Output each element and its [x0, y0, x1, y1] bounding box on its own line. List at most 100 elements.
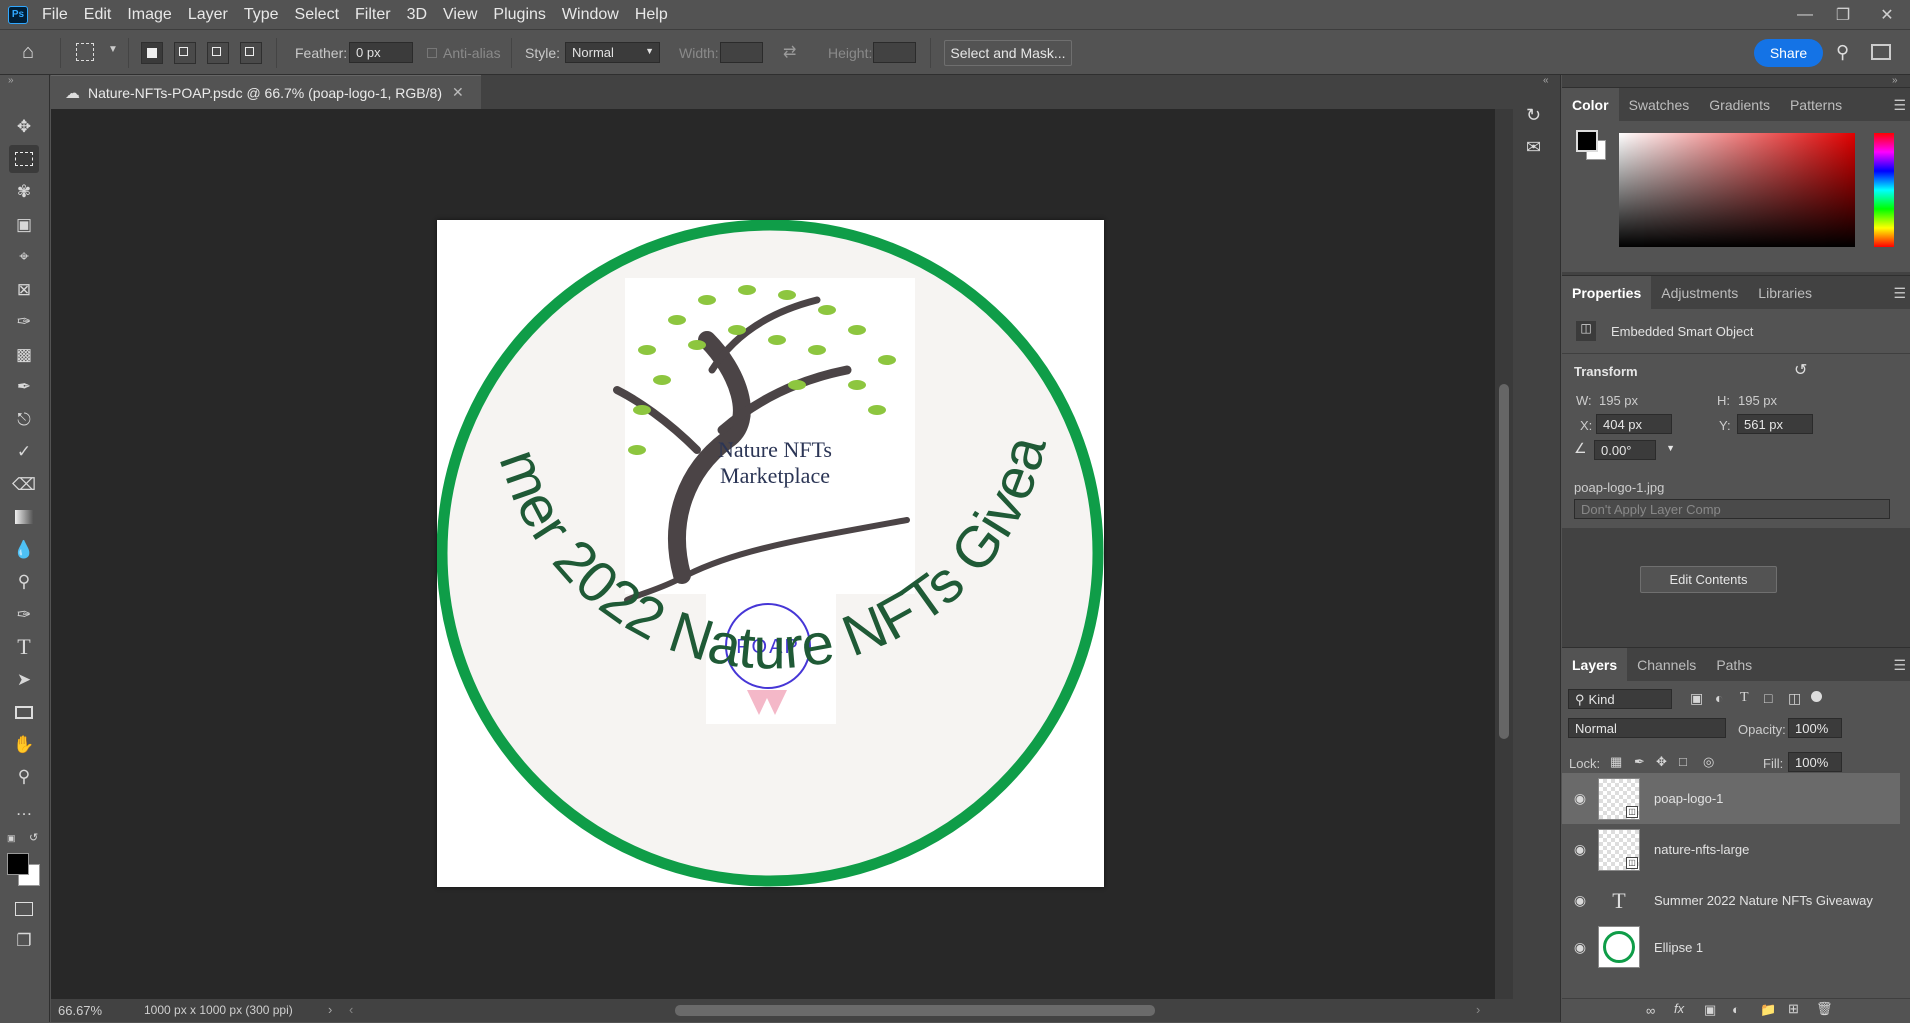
visibility-eye-icon[interactable]: ◉ — [1562, 939, 1598, 956]
more-tools-icon[interactable]: … — [9, 796, 39, 824]
new-layer-icon[interactable]: ⊞ — [1788, 1001, 1799, 1017]
menu-filter[interactable]: Filter — [347, 0, 399, 29]
tab-patterns[interactable]: Patterns — [1780, 88, 1852, 121]
layer-name[interactable]: poap-logo-1 — [1654, 791, 1723, 806]
h-value[interactable]: 195 px — [1738, 393, 1777, 408]
tab-layers[interactable]: Layers — [1562, 648, 1628, 681]
w-value[interactable]: 195 px — [1599, 393, 1638, 408]
intersect-selection-button[interactable] — [240, 42, 262, 64]
history-brush-tool-icon[interactable]: ✓ — [9, 438, 39, 466]
screen-mode-icon[interactable]: ❐ — [9, 927, 39, 955]
rectangle-tool-icon[interactable] — [9, 698, 39, 726]
link-layers-icon[interactable]: ∞ — [1646, 1003, 1655, 1018]
filter-toggle-icon[interactable] — [1811, 691, 1822, 702]
zoom-level[interactable]: 66.67% — [58, 1003, 102, 1018]
layer-name[interactable]: nature-nfts-large — [1654, 842, 1749, 857]
add-selection-button[interactable] — [174, 42, 196, 64]
status-menu-icon[interactable]: › — [328, 1002, 332, 1017]
color-spectrum-field[interactable] — [1619, 133, 1855, 247]
new-selection-button[interactable] — [141, 42, 163, 64]
menu-layer[interactable]: Layer — [180, 0, 236, 29]
move-tool-icon[interactable]: ✥ — [9, 113, 39, 141]
share-button[interactable]: Share — [1754, 39, 1823, 67]
blend-mode-select[interactable]: Normal — [1568, 718, 1726, 738]
minimize-icon[interactable]: — — [1786, 0, 1824, 29]
layer-filter-select[interactable]: ⚲ Kind — [1568, 689, 1672, 709]
dodge-tool-icon[interactable]: ⚲ — [9, 568, 39, 596]
filter-smart-object-icon[interactable]: ◫ — [1788, 690, 1801, 707]
foreground-color-swatch[interactable] — [7, 853, 29, 875]
collapse-dock-icon[interactable]: « — [1543, 75, 1549, 86]
eraser-tool-icon[interactable]: ⌫ — [9, 471, 39, 499]
history-panel-icon[interactable]: ↻ — [1526, 105, 1541, 126]
reset-transform-icon[interactable]: ↺ — [1794, 360, 1807, 380]
angle-input[interactable]: 0.00° ▼ — [1594, 440, 1675, 460]
edit-contents-button[interactable]: Edit Contents — [1640, 566, 1777, 593]
height-input[interactable] — [873, 42, 916, 63]
layer-row[interactable]: ◉ ◫ nature-nfts-large — [1562, 824, 1900, 875]
swap-icon[interactable]: ⇄ — [783, 42, 796, 62]
properties-menu-icon[interactable]: ☰ — [1893, 285, 1906, 302]
fill-input[interactable]: 100% — [1788, 752, 1842, 772]
healing-brush-tool-icon[interactable]: ▩ — [9, 341, 39, 369]
add-mask-icon[interactable]: ▣ — [1704, 1002, 1716, 1018]
menu-select[interactable]: Select — [287, 0, 347, 29]
layer-row[interactable]: ◉ T Summer 2022 Nature NFTs Giveaway — [1562, 875, 1900, 926]
subtract-selection-button[interactable] — [207, 42, 229, 64]
menu-help[interactable]: Help — [627, 0, 676, 29]
collapse-panels-icon[interactable]: » — [1892, 75, 1898, 86]
tab-adjustments[interactable]: Adjustments — [1651, 276, 1748, 309]
eyedropper-tool-icon[interactable]: ✑ — [9, 308, 39, 336]
tab-properties[interactable]: Properties — [1562, 276, 1652, 309]
filter-adjustment-icon[interactable]: ◐ — [1715, 690, 1723, 706]
layer-row[interactable]: ◉ ◫ poap-logo-1 — [1562, 773, 1900, 824]
select-and-mask-button[interactable]: Select and Mask... — [944, 40, 1072, 66]
color-panel-menu-icon[interactable]: ☰ — [1893, 97, 1906, 114]
filter-pixel-icon[interactable]: ▣ — [1690, 690, 1703, 707]
search-icon[interactable]: ⚲ — [1836, 42, 1849, 63]
fx-icon[interactable]: fx — [1674, 1001, 1684, 1016]
x-input[interactable]: 404 px — [1596, 414, 1672, 434]
document-tab[interactable]: ☁ Nature-NFTs-POAP.psdc @ 66.7% (poap-lo… — [51, 75, 481, 109]
horizontal-scroll-thumb[interactable] — [675, 1005, 1155, 1016]
menu-file[interactable]: File — [34, 0, 76, 29]
tab-libraries[interactable]: Libraries — [1748, 276, 1822, 309]
canvas-workspace[interactable]: Nature NFTs Marketplace POAP Summer 2022… — [51, 109, 1495, 999]
path-selection-tool-icon[interactable]: ➤ — [9, 666, 39, 694]
vertical-scrollbar[interactable] — [1495, 109, 1513, 999]
zoom-tool-icon[interactable]: ⚲ — [9, 763, 39, 791]
menu-view[interactable]: View — [435, 0, 485, 29]
lock-transparent-icon[interactable]: ▦ — [1610, 754, 1622, 770]
layer-name[interactable]: Ellipse 1 — [1654, 940, 1703, 955]
blur-tool-icon[interactable]: 💧 — [9, 536, 39, 564]
scroll-left-icon[interactable]: ‹ — [349, 1002, 353, 1017]
collapse-toolbar-icon[interactable]: » — [8, 75, 14, 86]
menu-plugins[interactable]: Plugins — [485, 0, 553, 29]
close-tab-icon[interactable]: ✕ — [452, 84, 464, 101]
lock-image-icon[interactable]: ✒ — [1634, 754, 1645, 770]
pen-tool-icon[interactable]: ✑ — [9, 601, 39, 629]
layer-name[interactable]: Summer 2022 Nature NFTs Giveaway — [1654, 893, 1873, 908]
rectangular-marquee-tool-icon[interactable] — [9, 145, 39, 173]
menu-edit[interactable]: Edit — [76, 0, 120, 29]
type-tool-icon[interactable]: T — [9, 633, 39, 661]
hand-tool-icon[interactable]: ✋ — [9, 731, 39, 759]
tab-paths[interactable]: Paths — [1706, 648, 1762, 681]
layers-menu-icon[interactable]: ☰ — [1893, 657, 1906, 674]
quick-mask-icon[interactable] — [9, 895, 39, 923]
menu-type[interactable]: Type — [236, 0, 287, 29]
chevron-down-icon[interactable]: ▼ — [108, 44, 118, 55]
layer-row[interactable]: ◉ Ellipse 1 — [1562, 926, 1900, 968]
tab-swatches[interactable]: Swatches — [1619, 88, 1700, 121]
new-group-icon[interactable]: 📁 — [1760, 1002, 1776, 1018]
width-input[interactable] — [720, 42, 763, 63]
adjustment-layer-icon[interactable]: ◐ — [1732, 1002, 1740, 1017]
tab-color[interactable]: Color — [1562, 88, 1619, 121]
restore-icon[interactable]: ❐ — [1824, 0, 1862, 29]
gradient-tool-icon[interactable] — [9, 503, 39, 531]
brush-tool-icon[interactable]: ✒ — [9, 373, 39, 401]
feather-input[interactable]: 0 px — [349, 42, 413, 63]
swap-colors-icon[interactable]: ↺ — [29, 831, 38, 844]
layer-comp-select[interactable]: Don't Apply Layer Comp — [1574, 499, 1890, 519]
delete-layer-icon[interactable]: 🗑 — [1816, 1001, 1833, 1017]
